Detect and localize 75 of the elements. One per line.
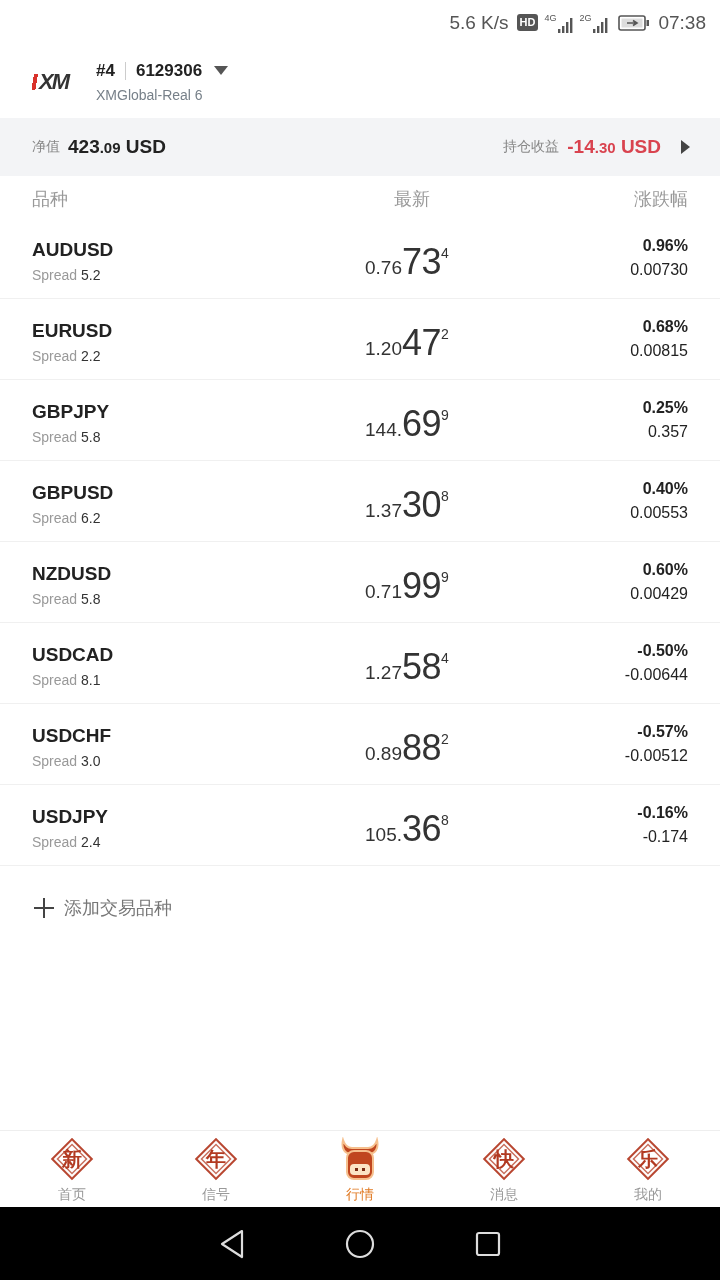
spread-value: 5.2: [81, 267, 101, 283]
hd-badge: HD: [516, 14, 539, 31]
nav-tab[interactable]: 年 信号: [144, 1131, 288, 1207]
clock-time: 07:38: [658, 11, 706, 34]
spread-label: Spread: [32, 510, 78, 526]
spread-label: Spread: [32, 753, 78, 769]
home-icon[interactable]: [345, 1228, 375, 1259]
nav-tab[interactable]: 快 消息: [432, 1131, 576, 1207]
symbol-name: NZDUSD: [32, 562, 112, 586]
spread-label: Spread: [32, 672, 78, 688]
change-value: 0.357: [647, 422, 688, 442]
spread-value: 5.8: [81, 591, 101, 607]
symbol-name: EURUSD: [32, 319, 113, 343]
change-percent: 0.96%: [642, 236, 688, 256]
signal-icon: [592, 16, 609, 33]
spread-label: Spread: [32, 267, 78, 283]
symbol-name: USDCHF: [32, 724, 112, 748]
triangle-right-icon[interactable]: [681, 140, 690, 154]
signal-icon: [557, 16, 574, 33]
spread-value: 8.1: [81, 672, 101, 688]
recents-icon[interactable]: [475, 1230, 501, 1257]
seal-badge: 乐: [626, 1137, 670, 1181]
symbol-name: USDJPY: [32, 805, 109, 829]
symbol-name: AUDUSD: [32, 238, 114, 262]
spread-value: 6.2: [81, 510, 101, 526]
change-value: 0.00730: [630, 260, 688, 280]
network-type-label: 2G: [579, 12, 592, 23]
spread-value: 2.4: [81, 834, 101, 850]
spread-value: 5.8: [81, 429, 101, 445]
change-value: -0.00512: [624, 746, 688, 766]
bull-head-icon: [338, 1137, 382, 1181]
seal-badge: 年: [194, 1137, 238, 1181]
change-percent: -0.16%: [637, 803, 688, 823]
equity-label: 净值: [32, 138, 60, 156]
nav-tab[interactable]: 行情: [288, 1131, 432, 1207]
symbol-name: USDCAD: [32, 643, 114, 667]
column-header: 品种: [32, 188, 68, 211]
spread-label: Spread: [32, 348, 78, 364]
account-login: 6129306: [135, 60, 203, 81]
spread-label: Spread: [32, 834, 78, 850]
caret-down-icon[interactable]: [214, 66, 229, 75]
battery-charging-icon: [618, 13, 651, 32]
plus-icon: [34, 898, 54, 918]
nav-tab[interactable]: 乐 我的: [576, 1131, 720, 1207]
column-header: 最新: [394, 188, 430, 211]
network-type-label: 4G: [544, 12, 557, 23]
change-percent: -0.50%: [637, 641, 688, 661]
change-percent: 0.60%: [642, 560, 688, 580]
symbol-name: GBPJPY: [32, 400, 110, 424]
change-percent: 0.68%: [642, 317, 688, 337]
change-value: 0.00429: [630, 584, 688, 604]
column-header: 涨跌幅: [634, 188, 688, 211]
network-speed: 5.6 K/s: [449, 11, 509, 34]
change-percent: -0.57%: [637, 722, 688, 742]
equity-value: 423.09 USD: [68, 136, 166, 158]
seal-badge: 快: [482, 1137, 526, 1181]
spread-label: Spread: [32, 429, 78, 445]
server-name: XMGlobal-Real 6: [96, 86, 203, 103]
symbol-name: GBPUSD: [32, 481, 114, 505]
profit-value: -14.30 USD: [567, 136, 661, 158]
change-value: 0.00553: [630, 503, 688, 523]
change-value: -0.174: [642, 827, 688, 847]
add-symbol-button[interactable]: 添加交易品种: [34, 896, 172, 920]
change-percent: 0.40%: [642, 479, 688, 499]
spread-value: 3.0: [81, 753, 101, 769]
change-value: -0.00644: [624, 665, 688, 685]
seal-badge: 新: [50, 1137, 94, 1181]
back-icon[interactable]: [219, 1228, 245, 1259]
account-number: #4: [96, 60, 115, 81]
change-percent: 0.25%: [642, 398, 688, 418]
spread-value: 2.2: [81, 348, 101, 364]
profit-label: 持仓收益: [503, 138, 560, 156]
nav-tab[interactable]: 新 首页: [0, 1131, 144, 1207]
change-value: 0.00815: [630, 341, 688, 361]
spread-label: Spread: [32, 591, 78, 607]
